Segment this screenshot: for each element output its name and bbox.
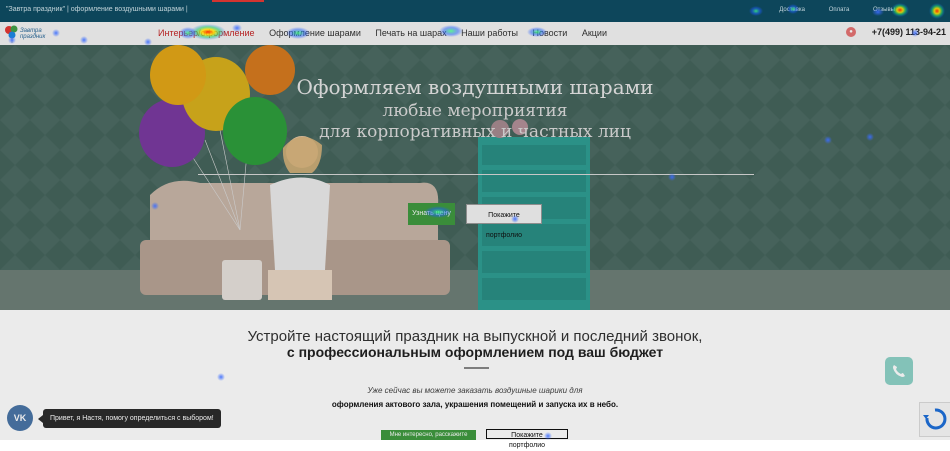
hero-banner: Оформляем воздушными шарами любые меропр… bbox=[0, 45, 950, 310]
hero-order-button[interactable]: Узнать цену bbox=[408, 203, 455, 225]
vk-chat-button[interactable]: VK bbox=[7, 405, 33, 431]
balloons-logo-icon bbox=[5, 25, 18, 43]
top-links: Доставка Оплата Отзывы bbox=[757, 7, 895, 13]
section-text-2: оформления актового зала, украшения поме… bbox=[331, 400, 619, 409]
section-heading-2: с профессиональным оформлением под ваш б… bbox=[286, 344, 664, 360]
hero-subtitle-1: любые мероприятия bbox=[382, 101, 568, 121]
nav-item-works[interactable]: Наши работы bbox=[461, 28, 518, 38]
main-nav: Завтра праздник Интерьер/оформление Офор… bbox=[0, 22, 950, 46]
nav-item-balloons[interactable]: Оформление шарами bbox=[269, 28, 361, 38]
hero-subtitle-2: для корпоративных и частных лиц bbox=[319, 122, 631, 142]
chat-greeting: Привет, я Настя, помогу определиться с в… bbox=[38, 409, 221, 428]
nav-item-printing[interactable]: Печать на шарах bbox=[375, 28, 446, 38]
top-link-reviews[interactable]: Отзывы bbox=[873, 7, 895, 13]
section-portfolio-button[interactable]: Покажите портфолио bbox=[486, 429, 568, 449]
phone-number[interactable]: +7(499) 113-94-21 bbox=[872, 27, 946, 37]
nav-item-promo[interactable]: Акции bbox=[582, 28, 607, 38]
section-order-button[interactable]: Мне интересно, расскажите bbox=[381, 430, 476, 440]
phone-icon bbox=[893, 365, 905, 377]
nav-item-news[interactable]: Новости bbox=[532, 28, 567, 38]
nav-menu: Интерьер/оформление Оформление шарами Пе… bbox=[158, 28, 619, 38]
top-link-delivery[interactable]: Доставка bbox=[779, 7, 805, 13]
logo-text: Завтра праздник bbox=[20, 28, 46, 40]
page-title: "Завтра праздник" | оформление воздушным… bbox=[6, 6, 188, 13]
top-bar: "Завтра праздник" | оформление воздушным… bbox=[0, 0, 950, 23]
cart-icon[interactable]: ● bbox=[846, 27, 856, 37]
top-link-payment[interactable]: Оплата bbox=[829, 7, 850, 13]
site-logo[interactable]: Завтра праздник bbox=[4, 25, 52, 43]
hero-divider bbox=[198, 174, 754, 175]
nav-item-interior[interactable]: Интерьер/оформление bbox=[158, 28, 255, 38]
section-divider bbox=[464, 367, 489, 369]
callback-button[interactable] bbox=[885, 357, 913, 385]
section-text-1: Уже сейчас вы можете заказать воздушные … bbox=[367, 386, 583, 395]
tab-highlight bbox=[212, 0, 264, 2]
section-heading-1: Устройте настоящий праздник на выпускной… bbox=[247, 328, 703, 345]
hero-title: Оформляем воздушными шарами bbox=[296, 75, 654, 99]
recaptcha-badge bbox=[919, 402, 950, 437]
recaptcha-icon bbox=[923, 408, 947, 430]
hero-portfolio-button[interactable]: Покажите портфолио bbox=[466, 204, 542, 239]
